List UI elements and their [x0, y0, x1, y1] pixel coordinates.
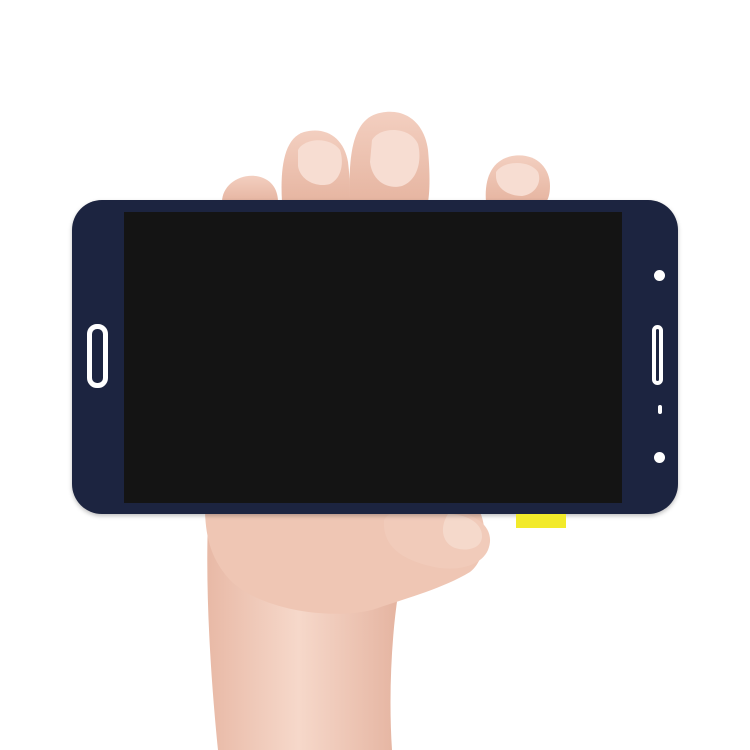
flex-cable-sticker: [516, 514, 566, 528]
proximity-sensor-icon: [658, 405, 662, 414]
front-camera-icon: [654, 270, 665, 281]
finger-1: [222, 175, 278, 202]
product-photo: [0, 0, 750, 750]
finger-3-nail: [370, 129, 420, 187]
earpiece-icon: [652, 325, 663, 385]
sensor-hole-icon: [654, 452, 665, 463]
home-button-icon: [87, 324, 108, 388]
screen-area: [124, 212, 622, 503]
display-panel: [72, 200, 678, 514]
